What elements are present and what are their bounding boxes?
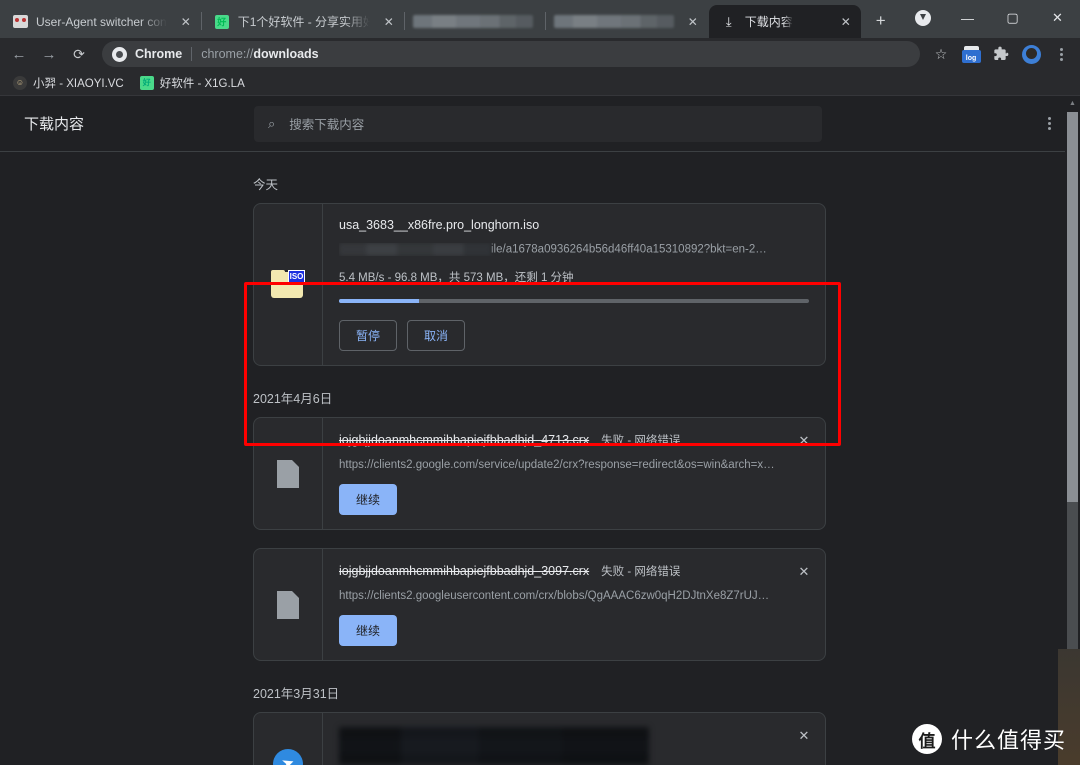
omnibox-divider [191, 47, 193, 61]
zip-file-icon: ➤ ZIP [254, 713, 323, 765]
chrome-icon [112, 46, 127, 62]
search-input[interactable]: ⌕ 搜索下载内容 [254, 105, 822, 142]
downloads-page: 下载内容 ⌕ 搜索下载内容 今天 ISO usa_3683__x86fre.pr… [0, 96, 1080, 765]
tab-strip: User-Agent switcher con ✕ 好 下1个好软件 - 分享实… [0, 0, 1080, 38]
reload-button[interactable]: ⟳ [64, 40, 94, 68]
watermark: 值 什么值得买 [911, 723, 1066, 755]
bookmark-label: 好软件 - X1G.LA [159, 77, 245, 90]
minimize-button[interactable]: — [945, 0, 990, 37]
download-actions: 继续 [339, 615, 809, 646]
bookmark-item-xiaoyi[interactable]: ☺ 小羿 - XIAOYI.VC [6, 73, 131, 93]
omnibox-scheme-label: Chrome [135, 47, 183, 61]
file-name: iojgbjjdoanmhcmmihbapiejfbbadhjd_4713.cr… [339, 433, 590, 447]
avatar[interactable] [1017, 40, 1045, 68]
file-name: iojgbjjdoanmhcmmihbapiejfbbadhjd_3097.cr… [339, 564, 590, 578]
download-item-zip[interactable]: ➤ ZIP 在文件夹中显示 ✕ [253, 712, 826, 765]
error-status: 失败 - 网络错误 [601, 566, 681, 578]
date-header: 2021年4月6日 [253, 392, 333, 406]
blurred-tab-title [412, 15, 533, 28]
scrollbar-thumb[interactable] [1067, 112, 1078, 502]
blurred-tab-title [553, 15, 674, 28]
remove-item-button[interactable]: ✕ [791, 428, 817, 454]
download-actions: 继续 [339, 484, 809, 515]
pause-button[interactable]: 暂停 [339, 320, 398, 351]
file-url: https://clients2.googleusercontent.com/c… [339, 590, 770, 602]
iso-badge-label: ISO [288, 269, 305, 283]
omnibox-url-suffix: downloads [253, 47, 319, 61]
file-url: ile/a1678a0936264b56d46ff40a15310892?bkt… [339, 243, 809, 256]
error-status: 失败 - 网络错误 [601, 435, 681, 447]
omnibox-url: chrome://downloads [201, 47, 318, 61]
download-icon: ⤓ [725, 14, 732, 29]
tab-blurred-2[interactable]: ✕ [546, 5, 709, 38]
back-button[interactable]: ← [4, 40, 34, 68]
retry-button[interactable]: 继续 [339, 615, 398, 646]
remove-item-button[interactable]: ✕ [791, 723, 817, 749]
watermark-logo: 值 [911, 724, 942, 754]
extensions-puzzle-icon[interactable] [987, 40, 1015, 68]
extension-log-label: log [961, 49, 981, 63]
search-placeholder: 搜索下载内容 [289, 118, 365, 132]
bookmark-star-icon[interactable]: ☆ [927, 40, 955, 68]
download-actions: 暂停 取消 [339, 320, 809, 351]
window-controls-group: — ▢ ✕ [901, 0, 1080, 38]
download-status: 5.4 MB/s - 96.8 MB，共 573 MB，还剩 1 分钟 [339, 272, 574, 284]
file-url-visible: ile/a1678a0936264b56d46ff40a15310892?bkt… [491, 243, 767, 256]
green-square-icon: 好 [214, 14, 230, 30]
tab-haoruanjian[interactable]: 好 下1个好软件 - 分享实用好 ✕ [202, 5, 404, 38]
new-tab-button[interactable]: + [867, 7, 895, 35]
forward-button[interactable]: → [34, 40, 64, 68]
download-item-crx-3097[interactable]: iojgbjjdoanmhcmmihbapiejfbbadhjd_3097.cr… [253, 548, 826, 661]
bookmark-item-haoruanjian[interactable]: 好 好软件 - X1G.LA [133, 73, 252, 93]
extension-log-icon[interactable]: log [957, 40, 985, 68]
downloads-overflow-menu-icon[interactable] [1032, 107, 1066, 141]
file-name[interactable]: usa_3683__x86fre.pro_longhorn.iso [339, 218, 809, 232]
omnibox-url-prefix: chrome:// [201, 47, 254, 61]
tab-blurred-1[interactable] [405, 5, 545, 38]
bookmarks-bar: ☺ 小羿 - XIAOYI.VC 好 好软件 - X1G.LA [0, 70, 1080, 96]
browser-menu-icon[interactable] [1047, 40, 1075, 68]
date-header: 今天 [253, 178, 279, 192]
tab-close-button[interactable]: ✕ [380, 13, 398, 31]
file-url: https://clients2.google.com/service/upda… [339, 459, 775, 471]
progress-bar [339, 299, 809, 303]
tab-label: 下载内容 [744, 15, 793, 29]
scroll-up-arrow[interactable]: ▲ [1065, 96, 1080, 110]
date-header: 2021年3月31日 [253, 687, 340, 701]
tab-label: 下1个好软件 - 分享实用好 [237, 15, 370, 29]
search-icon: ⌕ [268, 115, 276, 131]
maximize-button[interactable]: ▢ [990, 0, 1035, 37]
green-square-icon: 好 [139, 75, 154, 90]
useragent-icon [12, 14, 28, 30]
page-title: 下载内容 [24, 116, 85, 133]
tab-downloads[interactable]: ⤓ 下载内容 ✕ [708, 5, 861, 38]
downloads-list: 今天 ISO usa_3683__x86fre.pro_longhorn.iso… [0, 152, 1080, 765]
tab-label: User-Agent switcher con [36, 14, 167, 29]
blurred-file-name [339, 727, 649, 765]
downloads-header: 下载内容 ⌕ 搜索下载内容 [0, 96, 1080, 152]
iso-file-icon: ISO [254, 204, 323, 365]
tab-close-button[interactable]: ✕ [837, 13, 855, 31]
tab-useragent-switcher[interactable]: User-Agent switcher con ✕ [0, 5, 201, 38]
tab-close-button[interactable]: ✕ [177, 13, 195, 31]
bookmark-label: 小羿 - XIAOYI.VC [33, 77, 124, 90]
cancel-button[interactable]: 取消 [407, 320, 466, 351]
download-item-iso[interactable]: ISO usa_3683__x86fre.pro_longhorn.iso il… [253, 203, 826, 366]
file-name-row: iojgbjjdoanmhcmmihbapiejfbbadhjd_3097.cr… [339, 563, 809, 579]
browser-toolbar: ← → ⟳ Chrome chrome://downloads ☆ log [0, 38, 1080, 70]
file-name-row: iojgbjjdoanmhcmmihbapiejfbbadhjd_4713.cr… [339, 432, 809, 448]
address-bar[interactable]: Chrome chrome://downloads [102, 41, 920, 67]
watermark-text: 什么值得买 [950, 728, 1066, 753]
blurred-url-part [339, 243, 491, 256]
tab-close-button[interactable]: ✕ [684, 13, 702, 31]
retry-button[interactable]: 继续 [339, 484, 398, 515]
face-icon: ☺ [13, 75, 27, 90]
download-item-crx-4713[interactable]: iojgbjjdoanmhcmmihbapiejfbbadhjd_4713.cr… [253, 417, 826, 530]
generic-file-icon [254, 418, 323, 529]
window-close-button[interactable]: ✕ [1035, 0, 1080, 37]
generic-file-icon [254, 549, 323, 660]
cast-icon[interactable] [901, 3, 945, 33]
remove-item-button[interactable]: ✕ [791, 559, 817, 585]
